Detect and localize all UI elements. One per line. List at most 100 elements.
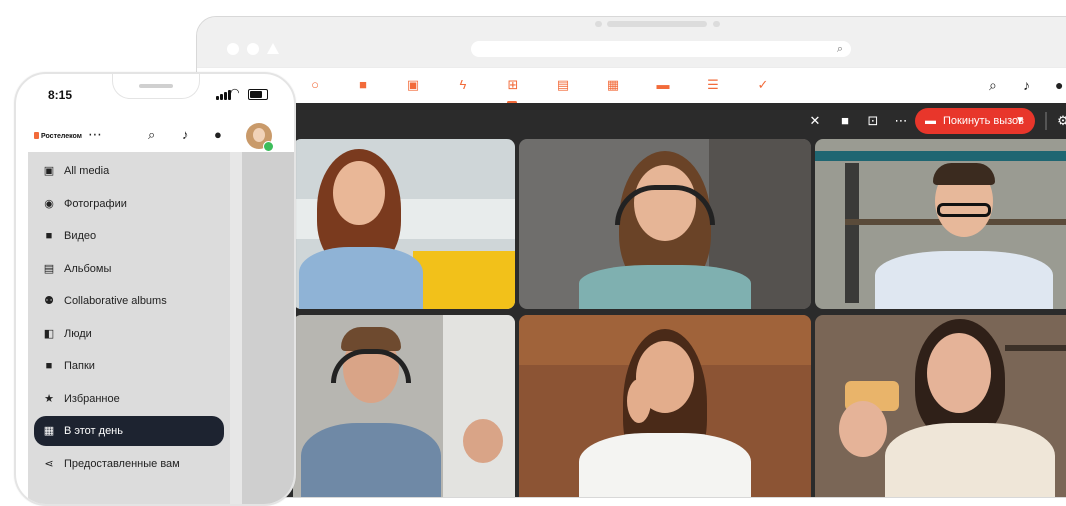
window-minimize-button[interactable] — [247, 43, 259, 55]
person-hair — [933, 163, 995, 185]
content-overlay[interactable] — [242, 152, 294, 504]
camera-icon: ◉ — [44, 197, 54, 210]
person-body — [579, 265, 751, 309]
person-body — [579, 433, 751, 497]
mute-mic-icon[interactable]: ✕ — [807, 113, 823, 129]
lightning-icon[interactable]: ϟ — [455, 77, 471, 93]
person-body — [301, 423, 441, 497]
list-icon[interactable]: ☰ — [705, 77, 721, 93]
bell-icon[interactable]: ♪ — [182, 128, 189, 142]
image-icon[interactable]: ▣ — [405, 77, 421, 93]
drawer-item-label: Люди — [64, 327, 92, 340]
video-tile[interactable] — [293, 139, 515, 309]
drawer-item[interactable]: ★ Избранное — [28, 384, 230, 414]
image-icon: ▣ — [43, 165, 55, 177]
search-icon[interactable]: ⌕ — [989, 77, 997, 93]
people-icon: ⚉ — [44, 295, 54, 307]
signal-bar — [216, 96, 219, 100]
calendar-icon[interactable]: ▦ — [605, 77, 621, 93]
call-toolbar: ▬ Покинуть вызов ▼ ⚙ ✕ ■ ⊡ ⋯ — [197, 103, 1066, 139]
drawer-item[interactable]: ⚉ Collaborative albums — [28, 286, 230, 316]
phone-frame: 8:15 ◠ Ростелеком ⋯ ⌕ ♪ ● ▣ All media ◉ Фот… — [14, 72, 296, 506]
camera-dot — [595, 21, 602, 27]
battery-level — [250, 91, 262, 98]
wifi-icon: ◠ — [230, 87, 240, 99]
search-icon[interactable]: ⌕ — [148, 128, 155, 142]
drawer-item-label: Предоставленные вам — [64, 457, 180, 470]
screen-share-icon[interactable]: ⊡ — [865, 113, 881, 129]
window-close-button[interactable] — [227, 43, 239, 55]
brand-name: Ростелеком — [41, 133, 82, 140]
speaker-bar — [139, 84, 173, 88]
brand-logo[interactable]: Ростелеком — [34, 132, 82, 140]
waving-hand — [463, 419, 503, 463]
drawer-item-label: Видео — [64, 230, 97, 242]
address-bar[interactable]: ⌕ — [471, 41, 851, 57]
dynamic-island — [112, 74, 200, 99]
drawer-item[interactable]: ◧ Люди — [28, 319, 230, 349]
search-icon: ⌕ — [836, 43, 843, 55]
raised-hand — [627, 379, 651, 423]
video-tile[interactable] — [293, 315, 515, 497]
leave-call-icon: ▬ — [925, 115, 936, 127]
document-icon[interactable]: ▤ — [555, 77, 571, 93]
person-face — [333, 161, 385, 225]
headphones — [331, 349, 411, 383]
desktop-window: ⌕ ○ ■ ▣ ϟ ⊞ ▤ ▦ ▬ ☰ ✓ ⌕ ♪ ● ▬ Покинуть вызов ▼ ⚙ ✕ ■ ⊡… — [196, 16, 1066, 498]
shelf-post — [845, 163, 859, 303]
notch-bar — [607, 21, 707, 27]
person-face — [927, 333, 991, 413]
signal-bar — [220, 94, 223, 100]
circle-icon[interactable]: ○ — [307, 77, 323, 93]
briefcase-icon[interactable]: ▬ — [655, 77, 671, 93]
drawer-item[interactable]: ▤ Альбомы — [28, 254, 230, 284]
video-tile[interactable] — [815, 315, 1066, 497]
presentation-icon[interactable]: ⊞ — [505, 77, 521, 93]
person-body — [299, 247, 423, 309]
drawer-item[interactable]: ■ Видео — [28, 221, 230, 251]
more-icon[interactable]: ⋯ — [893, 113, 909, 129]
video-tile[interactable] — [519, 139, 811, 309]
divider — [1045, 112, 1047, 130]
drawer-item-label: Collaborative albums — [64, 295, 167, 307]
person-body — [875, 251, 1053, 309]
settings-icon[interactable]: ⚙ — [1055, 113, 1066, 129]
status-bar: 8:15 ◠ — [16, 74, 294, 118]
video-tile[interactable] — [519, 315, 811, 497]
contacts-icon[interactable]: ● — [214, 128, 222, 142]
more-icon[interactable]: ⋯ — [88, 126, 102, 143]
drawer-item-label: Папки — [64, 360, 95, 372]
logo-mark — [34, 132, 39, 139]
drawer-item[interactable]: ▣ All media — [28, 156, 230, 186]
star-icon: ★ — [44, 392, 54, 405]
folder-icon[interactable]: ■ — [355, 77, 371, 93]
person-icon: ◧ — [43, 327, 55, 340]
chevron-down-icon[interactable]: ▼ — [1015, 108, 1025, 134]
drawer-item-label: Альбомы — [64, 262, 112, 275]
background-window — [443, 315, 515, 497]
drawer-item[interactable]: ■ Папки — [28, 351, 230, 381]
background-strip — [815, 151, 1066, 161]
leave-call-button[interactable]: ▬ Покинуть вызов ▼ — [915, 108, 1035, 134]
video-tile[interactable] — [815, 139, 1066, 309]
check-icon[interactable]: ✓ — [755, 77, 771, 93]
shelf-board — [1005, 345, 1066, 351]
person-body — [885, 423, 1055, 497]
contacts-icon[interactable]: ● — [1055, 77, 1063, 93]
drawer-item[interactable]: ▦ В этот день — [34, 416, 224, 446]
camera-dot — [713, 21, 720, 27]
drawer-item[interactable]: ◉ Фотографии — [28, 189, 230, 219]
clock: 8:15 — [48, 88, 73, 102]
video-icon: ■ — [45, 230, 53, 242]
drawer-item-label: Избранное — [64, 392, 120, 405]
folder-icon: ■ — [45, 360, 53, 372]
video-grid — [197, 139, 1066, 497]
camera-icon[interactable]: ■ — [837, 113, 853, 129]
leave-call-label: Покинуть вызов — [943, 115, 1025, 127]
battery-icon — [248, 89, 268, 100]
person-hair — [341, 327, 401, 351]
navigation-drawer: ▣ All media ◉ Фотографии ■ Видео ▤ Альбомы ⚉ Coll… — [28, 152, 230, 504]
window-maximize-button[interactable] — [267, 43, 279, 54]
drawer-item[interactable]: ⋖ Предоставленные вам — [28, 449, 230, 479]
bell-icon[interactable]: ♪ — [1023, 77, 1030, 93]
